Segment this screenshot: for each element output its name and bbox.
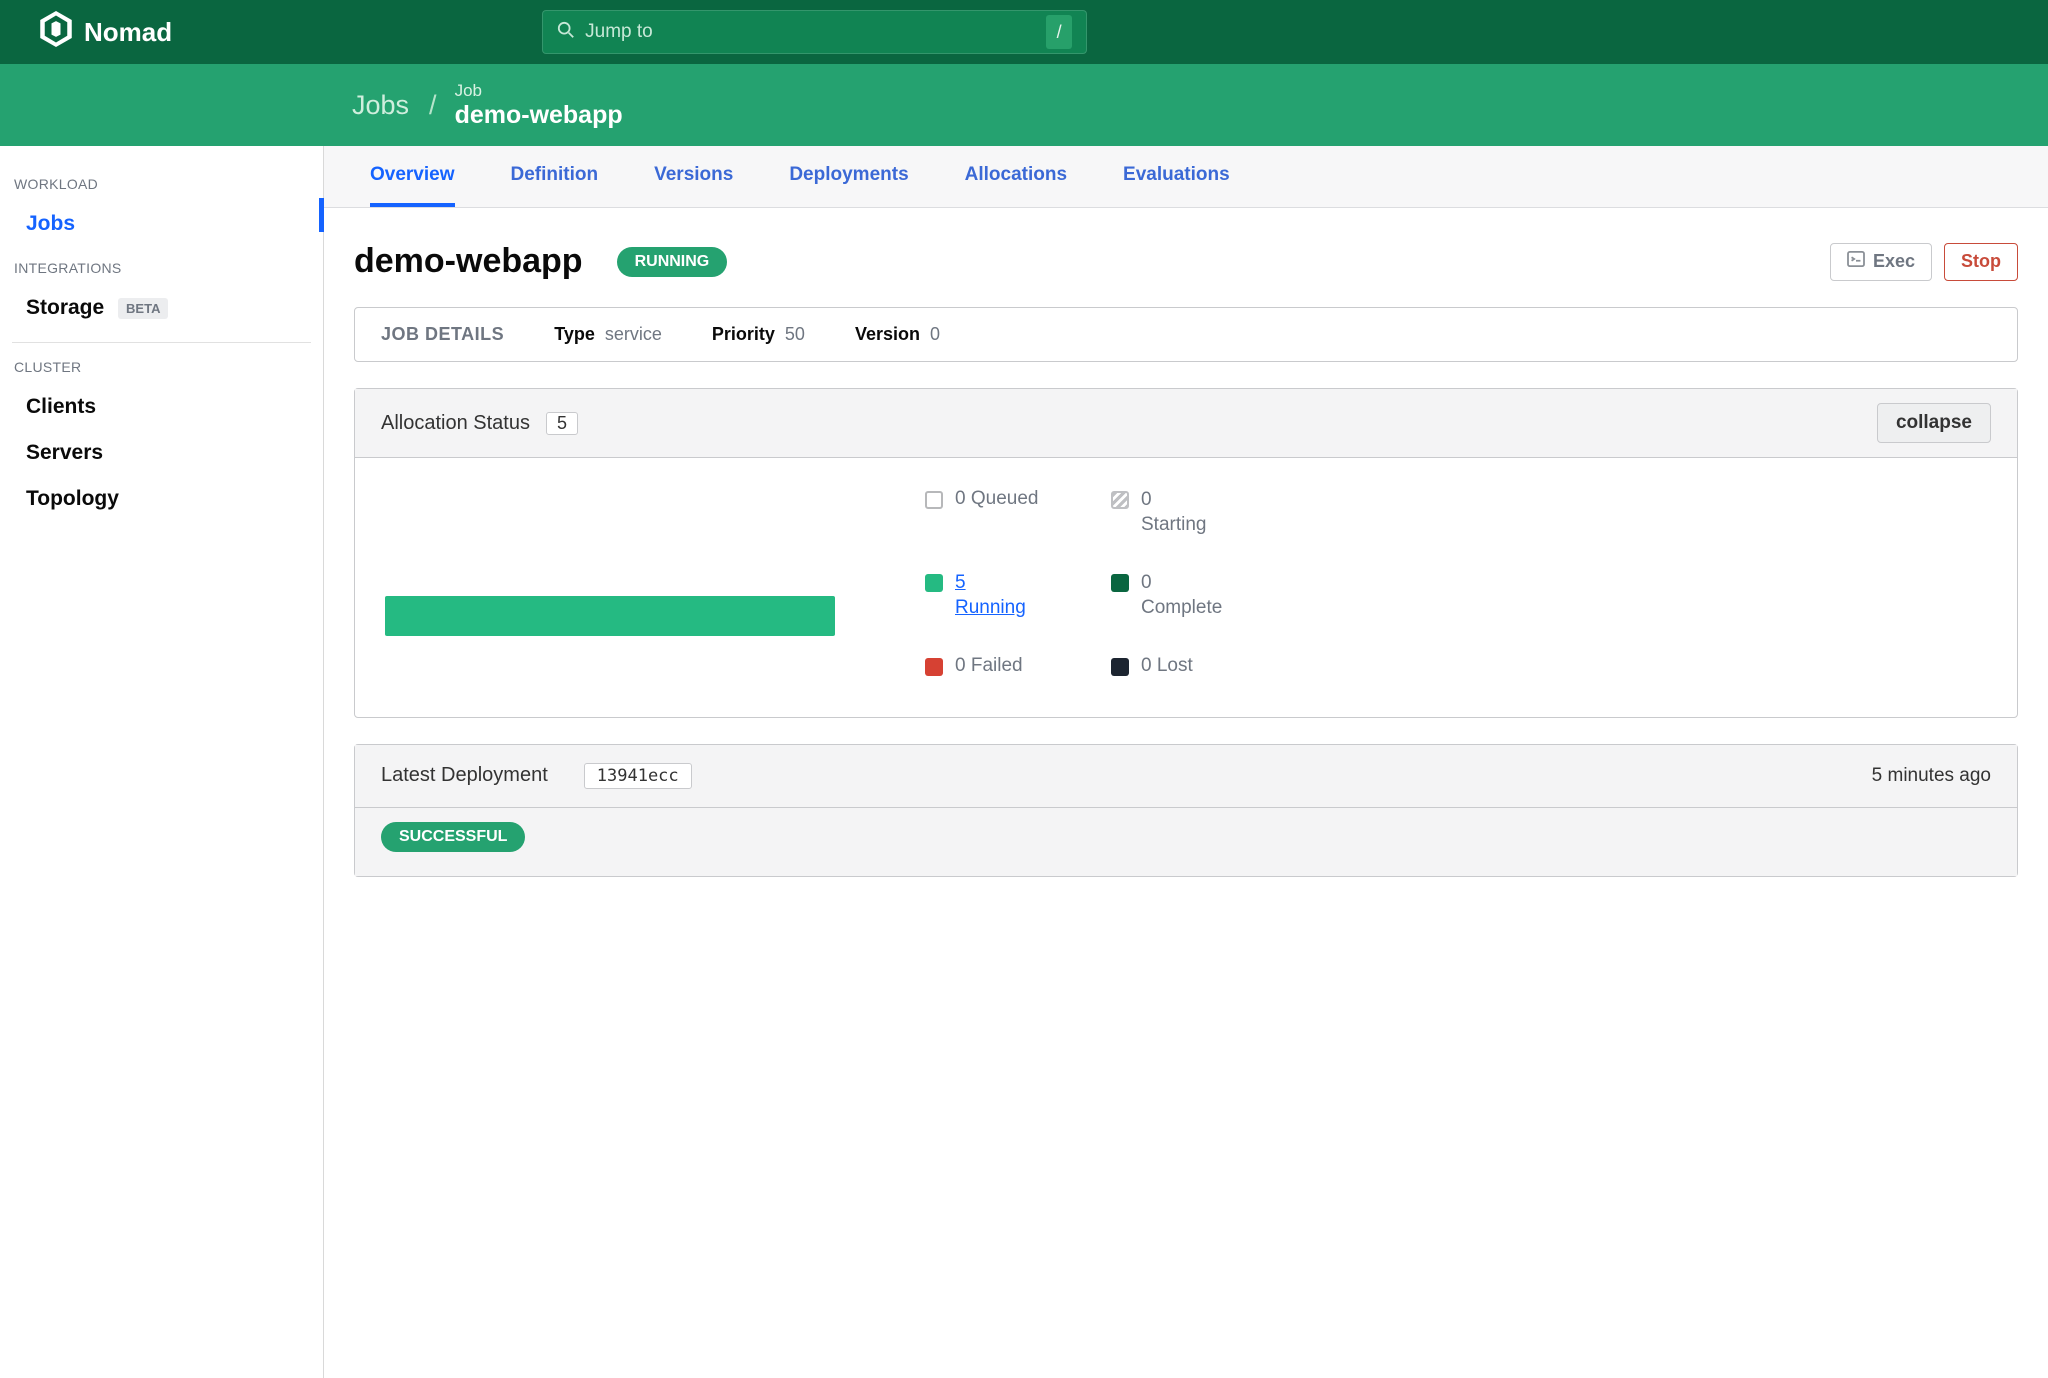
job-version-value: 0 [930,324,940,345]
tab-deployments[interactable]: Deployments [789,146,908,207]
search-icon [557,21,575,44]
swatch-lost-icon [1111,658,1129,676]
legend-lost-label: Lost [1157,655,1193,676]
swatch-failed-icon [925,658,943,676]
allocation-bar-chart [385,528,835,636]
deployment-status-row: SUCCESSFUL [355,808,2017,876]
legend-running[interactable]: 5 Running [925,571,1085,620]
sidebar-item-clients[interactable]: Clients [12,387,311,433]
job-type-label: Type [554,324,595,345]
page-title: demo-webapp [354,242,583,281]
tab-versions[interactable]: Versions [654,146,733,207]
job-type-value: service [605,324,662,345]
breadcrumb-root[interactable]: Jobs [352,90,409,121]
legend-starting-label: Starting [1141,513,1206,538]
sidebar-item-servers[interactable]: Servers [12,433,311,479]
deployment-panel-head: Latest Deployment 13941ecc 5 minutes ago [355,745,2017,808]
brand[interactable]: Nomad [40,11,172,54]
legend-failed-label: Failed [971,655,1023,676]
global-search[interactable]: / [542,10,1087,54]
sidebar-heading-cluster: CLUSTER [14,359,311,375]
allocation-bar-running [385,596,835,636]
sidebar-active-indicator [319,198,324,232]
tab-definition[interactable]: Definition [511,146,599,207]
legend-starting-count: 0 [1141,488,1206,513]
job-priority: Priority 50 [712,324,805,345]
swatch-queued-icon [925,491,943,509]
job-details-heading: JOB DETAILS [381,324,504,345]
breadcrumb-title: demo-webapp [455,101,623,130]
sidebar-item-topology[interactable]: Topology [12,479,311,525]
legend-lost: 0 Lost [1111,655,1271,677]
collapse-button[interactable]: collapse [1877,403,1991,443]
sidebar-heading-integrations: INTEGRATIONS [14,260,311,276]
legend-lost-count: 0 [1141,655,1152,676]
allocation-count: 5 [546,412,578,435]
deployment-timeago: 5 minutes ago [1872,765,1991,787]
allocation-status-panel: Allocation Status 5 collapse 0 Queued [354,388,2018,718]
nomad-logo-icon [40,11,72,54]
job-version-label: Version [855,324,920,345]
legend-complete-label: Complete [1141,596,1222,621]
exec-label: Exec [1873,251,1915,272]
legend-running-count: 5 [955,572,966,593]
breadcrumb-current: Job demo-webapp [455,81,623,130]
allocation-legend: 0 Queued 0Starting 5Running 0Comple [925,488,1271,677]
tab-overview[interactable]: Overview [370,146,455,207]
allocation-panel-head: Allocation Status 5 collapse [355,389,2017,458]
allocation-body: 0 Queued 0Starting 5Running 0Comple [355,458,2017,717]
tab-evaluations[interactable]: Evaluations [1123,146,1230,207]
search-shortcut-hint: / [1046,15,1072,49]
legend-queued-count: 0 [955,488,966,509]
job-details-panel: JOB DETAILS Type service Priority 50 Ver… [354,307,2018,362]
swatch-starting-icon [1111,491,1129,509]
job-priority-label: Priority [712,324,775,345]
page-header: demo-webapp RUNNING Exec Stop [354,242,2018,281]
breadcrumb-label: Job [455,81,623,101]
exec-button[interactable]: Exec [1830,243,1932,281]
legend-running-link[interactable]: 5 Running [955,571,1026,620]
legend-running-label: Running [955,597,1026,618]
allocation-title: Allocation Status [381,412,530,435]
job-type: Type service [554,324,662,345]
breadcrumb-bar: Jobs / Job demo-webapp [0,64,2048,146]
swatch-running-icon [925,574,943,592]
legend-failed-count: 0 [955,655,966,676]
latest-deployment-panel: Latest Deployment 13941ecc 5 minutes ago… [354,744,2018,877]
sidebar-divider [12,342,311,343]
tab-bar: Overview Definition Versions Deployments… [324,146,2048,208]
job-priority-value: 50 [785,324,805,345]
top-bar: Nomad / [0,0,2048,64]
sidebar-item-label: Storage [26,296,104,319]
stop-label: Stop [1961,251,2001,272]
sidebar: WORKLOAD Jobs INTEGRATIONS Storage BETA … [0,146,324,1378]
beta-badge: BETA [118,298,168,319]
brand-name: Nomad [84,17,172,48]
sidebar-item-jobs[interactable]: Jobs [12,204,311,250]
legend-failed: 0 Failed [925,655,1085,677]
terminal-icon [1847,251,1865,272]
deployment-status-badge: SUCCESSFUL [381,822,525,852]
legend-complete: 0Complete [1111,571,1271,620]
tab-allocations[interactable]: Allocations [965,146,1067,207]
deployment-title: Latest Deployment [381,764,548,787]
legend-queued: 0 Queued [925,488,1085,537]
breadcrumb-separator: / [429,90,437,121]
page-body: demo-webapp RUNNING Exec Stop JOB D [324,208,2048,1378]
sidebar-item-storage[interactable]: Storage BETA [12,288,311,334]
deployment-id: 13941ecc [584,763,692,789]
stop-button[interactable]: Stop [1944,243,2018,281]
legend-queued-label: Queued [971,488,1039,509]
legend-starting: 0Starting [1111,488,1271,537]
search-input[interactable] [585,21,1036,43]
swatch-complete-icon [1111,574,1129,592]
sidebar-heading-workload: WORKLOAD [14,176,311,192]
job-version: Version 0 [855,324,940,345]
content-area: Overview Definition Versions Deployments… [324,146,2048,1378]
status-badge: RUNNING [617,247,728,277]
legend-complete-count: 0 [1141,571,1222,596]
